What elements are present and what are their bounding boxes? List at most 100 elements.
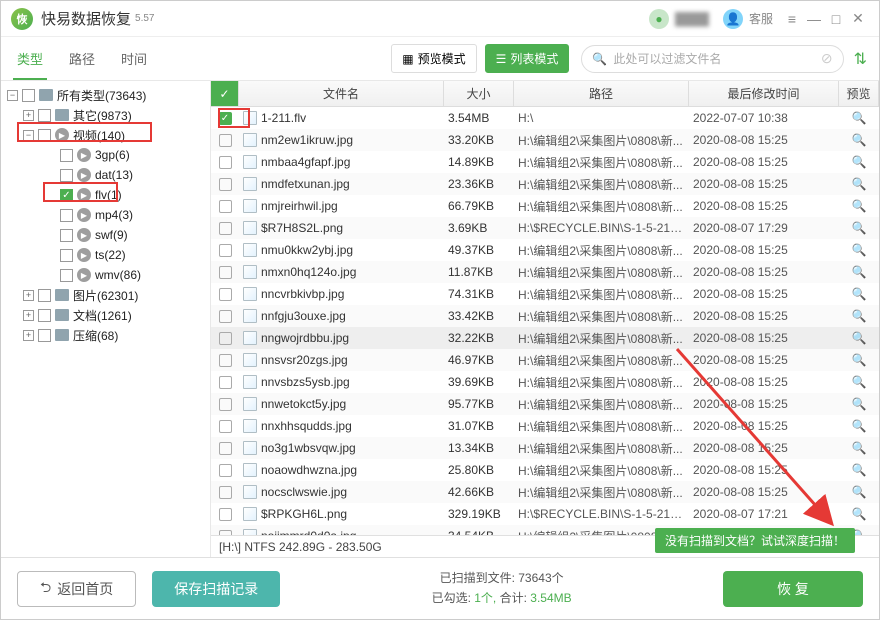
magnify-icon[interactable]: 🔍	[852, 353, 867, 367]
row-checkbox[interactable]: ✓	[219, 112, 232, 125]
service-label[interactable]: 客服	[749, 10, 773, 27]
tab-path[interactable]: 路径	[65, 37, 99, 80]
magnify-icon[interactable]: 🔍	[852, 155, 867, 169]
col-path[interactable]: 路径	[514, 81, 689, 106]
col-date[interactable]: 最后修改时间	[689, 81, 839, 106]
row-checkbox[interactable]	[219, 134, 232, 147]
table-row[interactable]: nngwojrdbbu.jpg32.22KBH:\编辑组2\采集图片\0808\…	[211, 327, 879, 349]
row-checkbox[interactable]	[219, 354, 232, 367]
magnify-icon[interactable]: 🔍	[852, 265, 867, 279]
magnify-icon[interactable]: 🔍	[852, 199, 867, 213]
deep-scan-tip[interactable]: 没有扫描到文档？试试深度扫描！	[655, 528, 855, 553]
row-checkbox[interactable]	[219, 266, 232, 279]
table-row[interactable]: noaowdhwzna.jpg25.80KBH:\编辑组2\采集图片\0808\…	[211, 459, 879, 481]
file-size: 33.42KB	[444, 309, 514, 323]
table-row[interactable]: nmu0kkw2ybj.jpg49.37KBH:\编辑组2\采集图片\0808\…	[211, 239, 879, 261]
magnify-icon[interactable]: 🔍	[852, 463, 867, 477]
table-row[interactable]: $RPKGH6L.png329.19KBH:\$RECYCLE.BIN\S-1-…	[211, 503, 879, 525]
tree-all-types[interactable]: −所有类型(73643)	[1, 85, 210, 105]
col-size[interactable]: 大小	[444, 81, 514, 106]
table-row[interactable]: nmdfetxunan.jpg23.36KBH:\编辑组2\采集图片\0808\…	[211, 173, 879, 195]
row-checkbox[interactable]	[219, 222, 232, 235]
recover-button[interactable]: 恢 复	[723, 571, 863, 607]
tree-other[interactable]: +其它(9873)	[1, 105, 210, 125]
row-checkbox[interactable]	[219, 244, 232, 257]
file-size: 74.31KB	[444, 287, 514, 301]
row-checkbox[interactable]	[219, 178, 232, 191]
row-checkbox[interactable]	[219, 332, 232, 345]
menu-button[interactable]: ≡	[781, 8, 803, 30]
row-checkbox[interactable]	[219, 200, 232, 213]
tree-mp4[interactable]: ▶mp4(3)	[1, 205, 210, 225]
magnify-icon[interactable]: 🔍	[852, 397, 867, 411]
row-checkbox[interactable]	[219, 288, 232, 301]
tree-picture[interactable]: +图片(62301)	[1, 285, 210, 305]
status-icon[interactable]: ●	[649, 9, 669, 29]
clear-icon[interactable]: ⊘	[821, 50, 833, 67]
file-path: H:\编辑组2\采集图片\0808\新...	[514, 352, 689, 369]
row-checkbox[interactable]	[219, 156, 232, 169]
row-checkbox[interactable]	[219, 398, 232, 411]
tree-swf[interactable]: ▶swf(9)	[1, 225, 210, 245]
magnify-icon[interactable]: 🔍	[852, 309, 867, 323]
table-row[interactable]: no3g1wbsvqw.jpg13.34KBH:\编辑组2\采集图片\0808\…	[211, 437, 879, 459]
table-row[interactable]: nmxn0hq124o.jpg11.87KBH:\编辑组2\采集图片\0808\…	[211, 261, 879, 283]
maximize-button[interactable]: □	[825, 8, 847, 30]
table-row[interactable]: $R7H8S2L.png3.69KBH:\$RECYCLE.BIN\S-1-5-…	[211, 217, 879, 239]
table-row[interactable]: nnsvsr20zgs.jpg46.97KBH:\编辑组2\采集图片\0808\…	[211, 349, 879, 371]
magnify-icon[interactable]: 🔍	[852, 507, 867, 521]
tree-ts[interactable]: ▶ts(22)	[1, 245, 210, 265]
row-checkbox[interactable]	[219, 442, 232, 455]
home-button[interactable]: ⮌返回首页	[17, 571, 136, 607]
magnify-icon[interactable]: 🔍	[852, 243, 867, 257]
file-name: nnwetokct5y.jpg	[261, 397, 346, 411]
magnify-icon[interactable]: 🔍	[852, 485, 867, 499]
table-row[interactable]: nmjreirhwil.jpg66.79KBH:\编辑组2\采集图片\0808\…	[211, 195, 879, 217]
table-row[interactable]: nnvsbzs5ysb.jpg39.69KBH:\编辑组2\采集图片\0808\…	[211, 371, 879, 393]
table-row[interactable]: nm2ew1ikruw.jpg33.20KBH:\编辑组2\采集图片\0808\…	[211, 129, 879, 151]
preview-mode-button[interactable]: ▦预览模式	[391, 44, 476, 73]
magnify-icon[interactable]: 🔍	[852, 177, 867, 191]
row-checkbox[interactable]	[219, 310, 232, 323]
magnify-icon[interactable]: 🔍	[852, 133, 867, 147]
magnify-icon[interactable]: 🔍	[852, 441, 867, 455]
tree-video[interactable]: −▶视频(140)	[1, 125, 210, 145]
magnify-icon[interactable]: 🔍	[852, 375, 867, 389]
tree-wmv[interactable]: ▶wmv(86)	[1, 265, 210, 285]
select-all-checkbox[interactable]: ✓	[211, 81, 239, 106]
tree-archive[interactable]: +压缩(68)	[1, 325, 210, 345]
service-avatar-icon[interactable]: 👤	[723, 9, 743, 29]
row-checkbox[interactable]	[219, 420, 232, 433]
table-row[interactable]: nnxhhsqudds.jpg31.07KBH:\编辑组2\采集图片\0808\…	[211, 415, 879, 437]
magnify-icon[interactable]: 🔍	[852, 419, 867, 433]
magnify-icon[interactable]: 🔍	[852, 221, 867, 235]
row-checkbox[interactable]	[219, 376, 232, 389]
tree-flv[interactable]: ✓▶flv(1)	[1, 185, 210, 205]
search-input[interactable]: 🔍 此处可以过滤文件名 ⊘	[581, 45, 843, 73]
tab-time[interactable]: 时间	[117, 37, 151, 80]
tree-dat[interactable]: ▶dat(13)	[1, 165, 210, 185]
filter-icon[interactable]: ⇅	[854, 49, 867, 69]
col-name[interactable]: 文件名	[239, 81, 444, 106]
table-row[interactable]: nmbaa4gfapf.jpg14.89KBH:\编辑组2\采集图片\0808\…	[211, 151, 879, 173]
table-row[interactable]: ✓1-211.flv3.54MBH:\2022-07-07 10:38🔍	[211, 107, 879, 129]
magnify-icon[interactable]: 🔍	[852, 331, 867, 345]
col-preview[interactable]: 预览	[839, 81, 879, 106]
tree-3gp[interactable]: ▶3gp(6)	[1, 145, 210, 165]
tree-document[interactable]: +文档(1261)	[1, 305, 210, 325]
magnify-icon[interactable]: 🔍	[852, 111, 867, 125]
table-row[interactable]: nncvrbkivbp.jpg74.31KBH:\编辑组2\采集图片\0808\…	[211, 283, 879, 305]
table-row[interactable]: nnwetokct5y.jpg95.77KBH:\编辑组2\采集图片\0808\…	[211, 393, 879, 415]
row-checkbox[interactable]	[219, 464, 232, 477]
list-mode-button[interactable]: ☰列表模式	[485, 44, 570, 73]
minimize-button[interactable]: —	[803, 8, 825, 30]
table-row[interactable]: nnfgju3ouxe.jpg33.42KBH:\编辑组2\采集图片\0808\…	[211, 305, 879, 327]
magnify-icon[interactable]: 🔍	[852, 287, 867, 301]
save-log-button[interactable]: 保存扫描记录	[152, 571, 280, 607]
row-checkbox[interactable]	[219, 508, 232, 521]
tab-type[interactable]: 类型	[13, 37, 47, 80]
table-row[interactable]: nocsclwswie.jpg42.66KBH:\编辑组2\采集图片\0808\…	[211, 481, 879, 503]
row-checkbox[interactable]	[219, 486, 232, 499]
file-name: nnxhhsqudds.jpg	[261, 419, 352, 433]
close-button[interactable]: ✕	[847, 8, 869, 30]
